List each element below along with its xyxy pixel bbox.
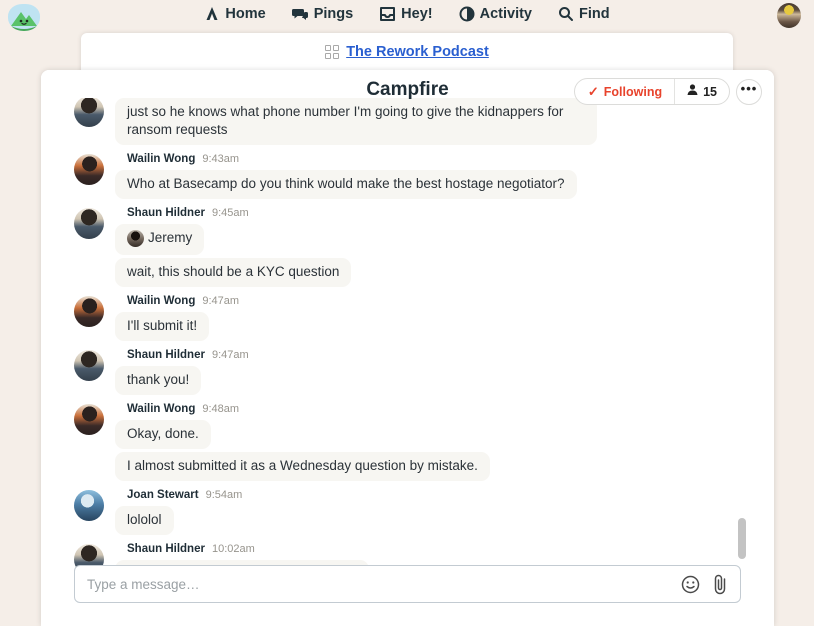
emoji-picker-icon[interactable]: [681, 575, 700, 594]
message-author: Wailin Wong: [127, 153, 195, 165]
message-header: Wailin Wong 9:48am: [115, 403, 734, 417]
message-text: wait, this should be a KYC question: [127, 264, 339, 279]
message-group: Wailin Wong 9:48amOkay, done. I almost sub…: [74, 403, 734, 481]
message-timestamp: 9:54am: [206, 489, 243, 501]
hey-icon: [379, 6, 396, 22]
message-group: Wailin Wong 9:47am I'll submit it!: [74, 295, 734, 341]
message-bubble: Okay, done.: [115, 420, 211, 449]
mention-avatar: [127, 230, 144, 247]
message-author: Wailin Wong: [127, 295, 195, 307]
following-label: Following: [604, 85, 662, 99]
message-timestamp: 9:48am: [202, 403, 239, 415]
message-author: Shaun Hildner: [127, 207, 205, 219]
message-author: Shaun Hildner: [127, 349, 205, 361]
room-controls: ✓ Following 15 •••: [574, 78, 762, 105]
pings-icon: [292, 6, 309, 22]
message-text: just so he knows what phone number I'm g…: [127, 104, 563, 137]
following-button[interactable]: ✓ Following: [575, 79, 674, 104]
composer: [74, 565, 741, 603]
user-avatar[interactable]: [74, 296, 104, 327]
message-group: Joan Stewart 9:54am lololol: [74, 489, 734, 535]
message-text: I almost submitted it as a Wednesday que…: [127, 458, 478, 473]
campfire-room-card: Campfire ✓ Following 15 ••• just so he k…: [41, 70, 774, 626]
message-bubble: I'll submit it!: [115, 312, 209, 341]
message-header: Wailin Wong 9:43am: [115, 153, 734, 167]
nav-item-home[interactable]: Home: [204, 6, 265, 22]
project-breadcrumb-link[interactable]: The Rework Podcast: [346, 44, 489, 60]
message-author: Wailin Wong: [127, 403, 195, 415]
user-avatar[interactable]: [74, 154, 104, 185]
attach-file-icon[interactable]: [713, 574, 727, 595]
user-avatar[interactable]: [74, 404, 104, 435]
message-header: Joan Stewart 9:54am: [115, 489, 734, 503]
user-avatar[interactable]: [74, 490, 104, 521]
message-bubble: Jeremy: [115, 224, 204, 255]
nav-item-find[interactable]: Find: [558, 6, 610, 22]
message-bubble: lololol: [115, 506, 174, 535]
user-avatar[interactable]: [74, 208, 104, 239]
message-text: thank you!: [127, 372, 189, 387]
message-timestamp: 9:47am: [202, 295, 239, 307]
check-icon: ✓: [588, 84, 599, 100]
message-timestamp: 9:45am: [212, 207, 249, 219]
user-mention[interactable]: Jeremy: [127, 229, 192, 247]
message-text: lololol: [127, 512, 162, 527]
message-bubble: wait, this should be a KYC question: [115, 258, 351, 287]
scrollbar-thumb[interactable]: [738, 518, 746, 559]
nav-item-hey[interactable]: Hey!: [379, 6, 432, 22]
message-text: Who at Basecamp do you think would make …: [127, 176, 565, 191]
top-nav: Home Pings Hey! Activity Find: [0, 0, 814, 32]
message-text: Okay, done.: [127, 426, 199, 441]
nav-label-find: Find: [579, 6, 610, 22]
mention-name: Jeremy: [148, 229, 192, 247]
message-author: Shaun Hildner: [127, 543, 205, 555]
message-header: Shaun Hildner 10:02am: [115, 543, 734, 557]
nav-label-hey: Hey!: [401, 6, 432, 22]
message-input[interactable]: [75, 577, 681, 592]
message-text: I'll submit it!: [127, 318, 197, 333]
message-group: Wailin Wong 9:43am Who at Basecamp do you …: [74, 153, 734, 199]
follow-pill: ✓ Following 15: [574, 78, 730, 105]
nav-item-pings[interactable]: Pings: [292, 6, 353, 22]
message-list: just so he knows what phone number I'm g…: [74, 95, 734, 598]
message-bubble: thank you!: [115, 366, 201, 395]
message-header: Wailin Wong 9:47am: [115, 295, 734, 309]
nav-label-home: Home: [225, 6, 265, 22]
message-timestamp: 10:02am: [212, 543, 255, 555]
member-count: 15: [703, 85, 717, 99]
message-group: Shaun Hildner 9:47am thank you!: [74, 349, 734, 395]
project-grid-icon: [325, 45, 339, 59]
message-timestamp: 9:43am: [202, 153, 239, 165]
members-button[interactable]: 15: [674, 79, 729, 104]
activity-icon: [459, 6, 475, 22]
more-options-button[interactable]: •••: [736, 79, 762, 105]
message-header: Shaun Hildner 9:47am: [115, 349, 734, 363]
nav-item-activity[interactable]: Activity: [459, 6, 532, 22]
message-bubble: Who at Basecamp do you think would make …: [115, 170, 577, 199]
message-author: Joan Stewart: [127, 489, 199, 501]
current-user-avatar[interactable]: [777, 3, 801, 28]
message-group: Shaun Hildner 9:45am Jeremy wait, this shou…: [74, 207, 734, 287]
user-avatar[interactable]: [74, 350, 104, 381]
find-icon: [558, 6, 574, 22]
person-icon: [687, 84, 698, 99]
nav-items: Home Pings Hey! Activity Find: [0, 0, 814, 28]
nav-label-activity: Activity: [480, 6, 532, 22]
nav-label-pings: Pings: [314, 6, 353, 22]
message-bubble: I almost submitted it as a Wednesday que…: [115, 452, 490, 481]
message-timestamp: 9:47am: [212, 349, 249, 361]
home-icon: [204, 6, 220, 22]
message-bubble: just so he knows what phone number I'm g…: [115, 98, 597, 145]
message-header: Shaun Hildner 9:45am: [115, 207, 734, 221]
